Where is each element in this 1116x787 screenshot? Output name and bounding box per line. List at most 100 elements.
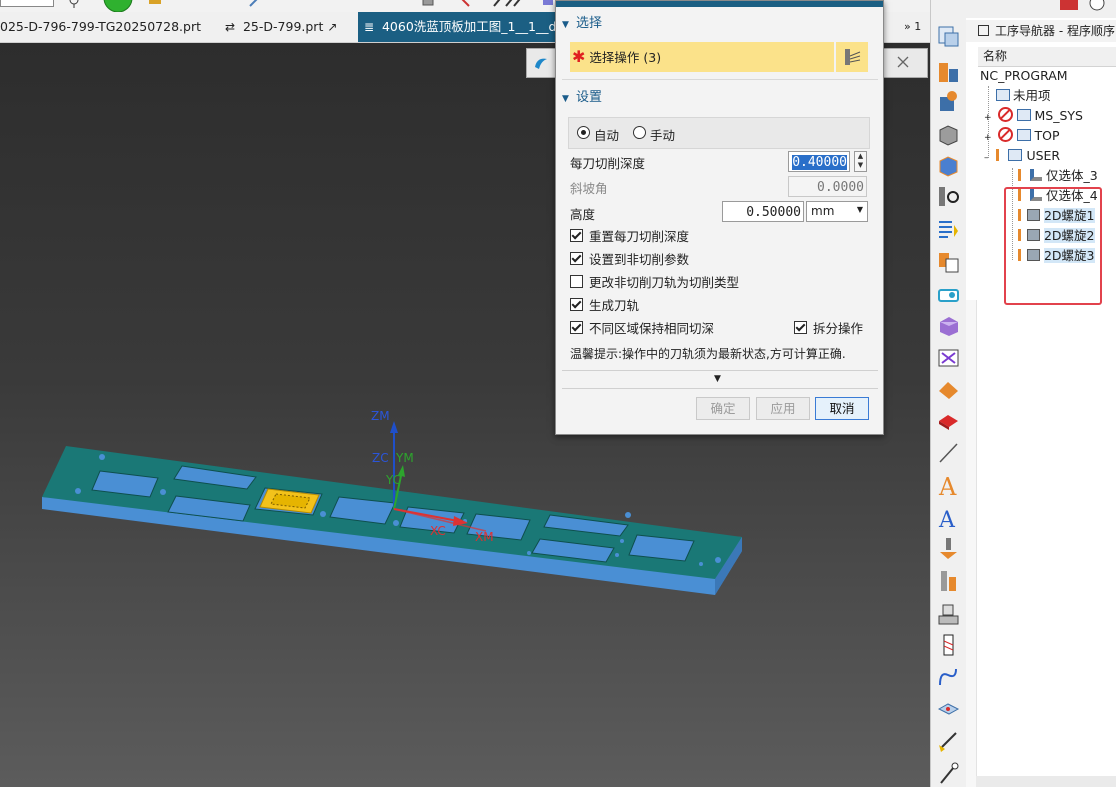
cancel-button-label: 取消: [829, 401, 855, 416]
mode-radio-group: 自动 手动: [568, 117, 870, 149]
depth-per-cut-input[interactable]: 0.40000: [788, 151, 850, 172]
radio-auto[interactable]: [577, 126, 590, 139]
tree-item-label: 仅选体_3: [1045, 168, 1098, 183]
depth-spinner[interactable]: ▲ ▼: [854, 151, 867, 172]
column-header-label: 名称: [983, 49, 1008, 63]
machine-tool-view-icon[interactable]: [936, 60, 961, 85]
check-circle-icon[interactable]: [1088, 0, 1106, 12]
program-group-icon: [1008, 149, 1023, 161]
tree-item-ms-sys[interactable]: + MS_SYS: [984, 106, 1116, 126]
unit-select[interactable]: mm ▼: [806, 201, 868, 222]
drill-tool-icon[interactable]: [936, 536, 961, 561]
tool-holder-icon[interactable]: [936, 377, 961, 402]
axis-x-icon[interactable]: [455, 0, 471, 8]
reset-depth-checkbox[interactable]: 重置每刀切削深度: [570, 228, 689, 246]
program-order-view-icon[interactable]: [936, 24, 961, 49]
cancel-button[interactable]: 取消: [815, 397, 869, 420]
save-icon[interactable]: [1058, 0, 1080, 12]
axis-label-xm: XM: [475, 530, 494, 544]
axis-label-yc: YC: [386, 473, 402, 487]
tree-item-top[interactable]: + TOP: [984, 126, 1116, 146]
expand-plus-icon[interactable]: +: [984, 133, 992, 143]
svg-text:A: A: [938, 473, 957, 498]
checkbox-label: 生成刀轨: [589, 298, 640, 313]
axis-label-xc: XC: [430, 524, 446, 538]
tree-item-unused[interactable]: 未用项: [996, 86, 1116, 106]
hint-text: 温馨提示:操作中的刀轨须为最新状态,方可计算正确.: [570, 347, 846, 361]
tab-document-1[interactable]: 025-D-796-799-TG20250728.prt ↗: [0, 12, 205, 42]
brush-tool-icon[interactable]: [936, 729, 961, 754]
material-icon[interactable]: [936, 697, 961, 722]
mill-tool-icon[interactable]: [936, 569, 961, 594]
checkbox-box: [570, 275, 583, 288]
operation-icon: [1029, 169, 1042, 181]
path-edit-icon[interactable]: [936, 665, 961, 690]
line-icon[interactable]: [936, 440, 961, 465]
tree-item-user[interactable]: – USER: [984, 146, 1116, 166]
display-toolpath-icon[interactable]: [936, 184, 961, 209]
tree-item-body-select-3[interactable]: 仅选体_3: [1018, 166, 1116, 186]
navigator-top-toolbar: [966, 0, 1116, 18]
collapse-triangle-icon: ▼: [562, 94, 569, 104]
settings-section-header[interactable]: ▼ 设置: [562, 87, 602, 109]
tab-document-3[interactable]: ≣ 4060洗蓝顶板加工图_1__1__dwg: [358, 12, 562, 42]
line-tool-icon[interactable]: [248, 0, 264, 8]
fixture-icon[interactable]: [936, 602, 961, 627]
navigator-title-bar: 工序导航器 - 程序顺序: [966, 20, 1116, 42]
horizontal-scrollbar[interactable]: [976, 776, 1116, 787]
text-edit-icon[interactable]: A: [936, 505, 961, 530]
geometry-view-icon[interactable]: [936, 89, 961, 114]
column-header-name[interactable]: 名称: [978, 47, 1116, 67]
green-status-icon[interactable]: [102, 0, 134, 12]
height-input[interactable]: 0.50000: [722, 201, 804, 222]
collapse-minus-icon[interactable]: –: [984, 153, 989, 163]
end-mill-icon[interactable]: [936, 633, 961, 658]
tree-item-label: USER: [1026, 148, 1061, 163]
tab-overflow-label: » 1: [904, 20, 922, 33]
change-type-checkbox[interactable]: 更改非切削刀轨为切削类型: [570, 274, 739, 292]
expand-more-icon[interactable]: ▼: [714, 374, 721, 384]
dialog-title-bar[interactable]: [556, 1, 883, 7]
delete-toolpath-icon[interactable]: [936, 345, 961, 370]
collapse-triangle-icon: ▼: [562, 20, 569, 30]
red-block-icon[interactable]: [936, 409, 961, 434]
small-cube-icon[interactable]: [540, 0, 556, 8]
select-operation-button[interactable]: [836, 42, 868, 72]
ok-button[interactable]: 确定: [696, 397, 750, 420]
checkbox-box: [794, 321, 807, 334]
cut-tool-icon[interactable]: [492, 0, 526, 8]
pin-icon[interactable]: [66, 0, 82, 8]
same-depth-checkbox[interactable]: 不同区域保持相同切深: [570, 320, 714, 338]
select-operation-label: 选择操作 (3): [589, 50, 662, 65]
generate-path-checkbox[interactable]: 生成刀轨: [570, 297, 639, 315]
tree-item-label: TOP: [1034, 128, 1060, 143]
cube-icon[interactable]: [420, 0, 436, 8]
status-marker: [996, 149, 1000, 161]
generate-toolpath-icon[interactable]: [936, 217, 961, 242]
tree-item-nc-program[interactable]: NC_PROGRAM: [980, 66, 1116, 86]
expand-plus-icon[interactable]: +: [984, 113, 992, 123]
tree-item-label: NC_PROGRAM: [980, 68, 1068, 83]
select-section-header[interactable]: ▼ 选择: [562, 13, 602, 35]
tool-icon[interactable]: [147, 0, 163, 8]
apply-button[interactable]: 应用: [756, 397, 810, 420]
tab-overflow-button[interactable]: » 1: [904, 12, 930, 42]
checkbox-label: 拆分操作: [813, 321, 864, 336]
split-operation-checkbox[interactable]: 拆分操作: [794, 320, 863, 338]
verify-toolpath-icon[interactable]: [936, 313, 961, 338]
text-annotation-icon[interactable]: A: [936, 473, 961, 498]
link-document-icon: ⇄: [225, 20, 236, 34]
noncut-params-checkbox[interactable]: 设置到非切削参数: [570, 251, 689, 269]
radio-manual[interactable]: [633, 126, 646, 139]
tab-document-2[interactable]: ⇄ 25-D-799.prt ↗: [225, 12, 340, 42]
post-process-icon[interactable]: [936, 283, 961, 308]
toolbar-dropdown[interactable]: [0, 0, 54, 7]
checkbox-box: [570, 298, 583, 311]
probe-tool-icon[interactable]: [936, 761, 961, 786]
workpiece-cube-icon[interactable]: [936, 122, 961, 147]
ramp-angle-input[interactable]: 0.0000: [788, 176, 867, 197]
blank-cube-icon[interactable]: [936, 153, 961, 178]
radio-manual-label: 手动: [650, 128, 676, 143]
select-operation-bar[interactable]: ✱ 选择操作 (3): [570, 42, 834, 72]
copy-operation-icon[interactable]: [936, 250, 961, 275]
